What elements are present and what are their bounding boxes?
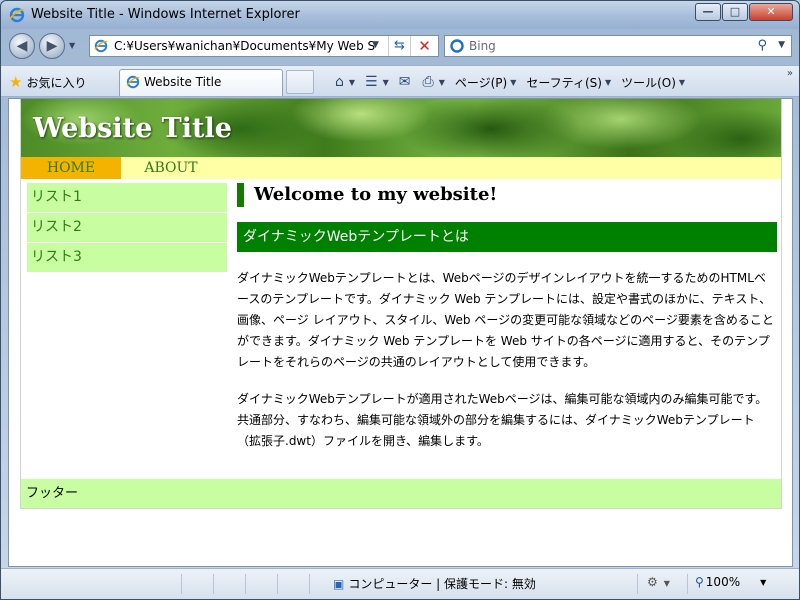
printer-icon: ⎙ bbox=[422, 74, 434, 90]
tools-menu[interactable]: ツール(O) ▼ bbox=[617, 71, 689, 93]
more-chevron-icon[interactable]: » bbox=[787, 68, 793, 79]
minimize-icon: — bbox=[702, 5, 714, 18]
page-menu[interactable]: ページ(P) ▼ bbox=[451, 71, 521, 93]
tools-menu-label: ツール(O) bbox=[621, 75, 676, 90]
ie-page-icon bbox=[126, 75, 140, 89]
window-controls: — □ ✕ bbox=[694, 3, 793, 21]
search-icon[interactable]: ⚲ bbox=[757, 38, 767, 53]
safety-menu-label: セーフティ(S) bbox=[526, 75, 602, 90]
security-zone-status[interactable]: ▣ コンピューター | 保護モード: 無効 bbox=[333, 575, 536, 592]
sidebar-item-list1[interactable]: リスト1 bbox=[27, 183, 227, 213]
protected-mode-button[interactable]: ⚙ ▼ bbox=[647, 575, 670, 589]
search-placeholder: Bing bbox=[469, 39, 496, 53]
address-toolbar: ◀ ▶ ▼ C:¥Users¥wanichan¥Documents¥My Web… bbox=[1, 29, 799, 65]
search-box[interactable]: Bing ⚲ ▼ bbox=[444, 35, 792, 57]
computer-icon: ▣ bbox=[333, 576, 345, 591]
close-icon: ✕ bbox=[766, 5, 776, 18]
address-field[interactable]: C:¥Users¥wanichan¥Documents¥My Web S ▼ ⇆… bbox=[89, 35, 439, 57]
section-heading: ダイナミックWebテンプレートとは bbox=[237, 222, 777, 252]
mail-icon: ✉ bbox=[398, 74, 411, 90]
maximize-icon: □ bbox=[729, 5, 741, 18]
print-button[interactable]: ⎙ ▼ bbox=[419, 71, 449, 93]
website-container: Website Title HOME ABOUT リスト1 リスト2 リスト3 … bbox=[20, 99, 782, 509]
sidebar-item-list2[interactable]: リスト2 bbox=[27, 213, 227, 243]
stop-icon: ✕ bbox=[418, 37, 431, 55]
back-arrow-icon: ◀ bbox=[16, 38, 28, 54]
zone-text: コンピューター | 保護モード: 無効 bbox=[348, 577, 536, 591]
home-icon: ⌂ bbox=[335, 74, 344, 90]
favorites-button[interactable]: ★ お気に入り bbox=[9, 72, 86, 92]
zoom-magnifier-icon: ⚲ bbox=[695, 575, 704, 589]
refresh-button[interactable]: ⇆ bbox=[388, 36, 410, 56]
home-dropdown-icon: ▼ bbox=[348, 77, 356, 87]
lock-gear-icon: ⚙ bbox=[647, 575, 658, 589]
status-divider bbox=[245, 574, 246, 594]
maximize-button[interactable]: □ bbox=[722, 3, 748, 21]
back-button[interactable]: ◀ bbox=[9, 33, 35, 59]
feeds-button[interactable]: ☰ ▼ bbox=[361, 71, 393, 93]
feeds-dropdown-icon: ▼ bbox=[382, 77, 389, 87]
status-divider bbox=[213, 574, 214, 594]
new-tab-button[interactable] bbox=[286, 70, 314, 94]
page-dropdown-icon: ▼ bbox=[510, 77, 517, 87]
window-title: Website Title - Windows Internet Explore… bbox=[31, 7, 300, 22]
rss-feed-icon: ☰ bbox=[365, 74, 378, 90]
status-divider bbox=[181, 574, 182, 594]
tools-dropdown-icon: ▼ bbox=[678, 77, 686, 87]
paragraph-2: ダイナミックWebテンプレートが適用されたWebページは、編集可能な領域内のみ編… bbox=[237, 392, 768, 448]
status-divider bbox=[309, 574, 310, 594]
page-heading: Welcome to my website! bbox=[237, 183, 777, 207]
page-menu-label: ページ(P) bbox=[454, 75, 508, 90]
title-bar[interactable]: Website Title - Windows Internet Explore… bbox=[1, 1, 799, 29]
site-title: Website Title bbox=[33, 113, 232, 144]
minimize-button[interactable]: — bbox=[695, 3, 721, 21]
address-dropdown-icon[interactable]: ▼ bbox=[372, 40, 379, 50]
nav-link-home[interactable]: HOME bbox=[21, 157, 121, 179]
top-navigation: HOME ABOUT bbox=[21, 157, 781, 179]
status-divider bbox=[687, 574, 688, 594]
forward-button[interactable]: ▶ bbox=[39, 33, 65, 59]
bing-logo-icon bbox=[450, 39, 464, 53]
tab-website-title[interactable]: Website Title bbox=[119, 69, 283, 96]
search-dropdown-icon[interactable]: ▼ bbox=[778, 40, 785, 50]
paragraph-1: ダイナミックWebテンプレートとは、Webページのデザインレイアウトを統一するた… bbox=[237, 271, 774, 369]
favorites-label: お気に入り bbox=[26, 75, 87, 90]
protect-dropdown-icon: ▼ bbox=[663, 579, 670, 588]
zoom-button[interactable]: ⚲ 100% ▼ bbox=[695, 575, 766, 589]
site-header-banner: Website Title bbox=[21, 99, 781, 157]
home-button[interactable]: ⌂ ▼ bbox=[331, 71, 359, 93]
sidebar-item-list3[interactable]: リスト3 bbox=[27, 243, 227, 273]
forward-arrow-icon: ▶ bbox=[46, 38, 58, 54]
safety-dropdown-icon: ▼ bbox=[604, 77, 612, 87]
command-bar: ⌂ ▼ ☰ ▼ ✉ ⎙ ▼ ページ(P) ▼ セーフティ(S) ▼ ツール(O) ▼ bbox=[331, 70, 689, 94]
status-divider bbox=[637, 574, 638, 594]
zoom-level: 100% bbox=[705, 575, 741, 589]
tab-bar: ★ お気に入り Website Title ⌂ ▼ ☰ ▼ ✉ ⎙ ▼ ページ(P) ▼… bbox=[1, 65, 799, 97]
close-button[interactable]: ✕ bbox=[749, 3, 793, 21]
nav-link-about[interactable]: ABOUT bbox=[131, 157, 211, 179]
status-bar: ▣ コンピューター | 保護モード: 無効 ⚙ ▼ ⚲ 100% ▼ bbox=[1, 568, 799, 599]
mail-button[interactable]: ✉ bbox=[395, 71, 417, 93]
page-viewport[interactable]: Website Title HOME ABOUT リスト1 リスト2 リスト3 … bbox=[8, 98, 793, 567]
zoom-dropdown-icon: ▼ bbox=[760, 577, 767, 587]
ie-window: Website Title - Windows Internet Explore… bbox=[0, 0, 800, 600]
address-url[interactable]: C:¥Users¥wanichan¥Documents¥My Web S bbox=[114, 39, 384, 53]
refresh-icon: ⇆ bbox=[394, 38, 405, 53]
main-content: Welcome to my website! ダイナミックWebテンプレートとは… bbox=[237, 183, 777, 452]
print-dropdown-icon: ▼ bbox=[438, 77, 445, 87]
history-dropdown-icon[interactable]: ▼ bbox=[69, 41, 75, 50]
safety-menu[interactable]: セーフティ(S) ▼ bbox=[522, 71, 615, 93]
site-footer: フッター bbox=[21, 479, 781, 508]
tab-label: Website Title bbox=[144, 75, 222, 89]
ie-page-icon bbox=[94, 39, 108, 53]
stop-button[interactable]: ✕ bbox=[410, 36, 438, 56]
star-icon: ★ bbox=[9, 73, 23, 91]
status-divider bbox=[277, 574, 278, 594]
ie-logo-icon bbox=[9, 7, 25, 23]
sidebar: リスト1 リスト2 リスト3 bbox=[27, 183, 227, 273]
